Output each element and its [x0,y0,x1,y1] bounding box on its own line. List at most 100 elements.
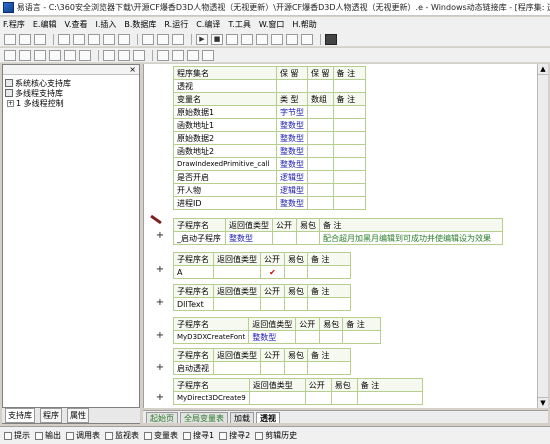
scroll-down-icon[interactable]: ▼ [538,397,548,408]
table-row[interactable]: MyD3DXCreateFont 整数型 [172,330,381,344]
tree-item-core-lib[interactable]: 系统核心支持库 [5,78,137,88]
sub-public[interactable] [295,330,321,344]
table-row[interactable]: 函数地址1 整数型 [173,118,367,132]
tab-search2[interactable]: 搜寻2 [219,430,250,441]
menu-tools[interactable]: T.工具 [228,19,250,30]
var-name[interactable]: DrawIndexedPrimitive_call [173,157,277,171]
center-h-icon[interactable] [187,49,199,61]
menu-view[interactable]: V.查看 [64,19,87,30]
center-v-icon[interactable] [202,49,214,61]
sub-note[interactable] [356,391,424,405]
menu-database[interactable]: B.数据库 [124,19,156,30]
align-center-icon[interactable] [19,49,31,61]
table-row[interactable]: DllText [173,297,351,311]
same-width-icon[interactable] [103,49,115,61]
menu-run[interactable]: R.运行 [164,19,188,30]
cut-icon[interactable] [58,33,70,45]
tab-output[interactable]: 输出 [35,430,61,441]
sub-return-type[interactable] [213,297,261,311]
var-name[interactable]: 是否开启 [173,170,277,184]
sub-return-type[interactable] [248,391,306,405]
sub-return-type[interactable]: 整数型 [248,330,297,344]
sub-note[interactable] [342,330,381,344]
run-icon[interactable]: ▶ [196,33,208,45]
v-spacing-icon[interactable] [172,49,184,61]
h-spacing-icon[interactable] [157,49,169,61]
align-right-icon[interactable] [34,49,46,61]
table-row[interactable]: 启动透视 [173,361,351,375]
vertical-scrollbar[interactable]: ▲ ▼ [537,64,548,408]
sub-note[interactable]: 配合超月加黑月编辑到可成功并使编辑设为效果 [319,231,503,245]
align-top-icon[interactable] [49,49,61,61]
tab-support-library[interactable]: 支持库 [5,408,35,423]
expand-icon[interactable]: + [155,264,165,275]
table-row[interactable]: _启动子程序 整数型 配合超月加黑月编辑到可成功并使编辑设为效果 [173,231,503,245]
tab-search1[interactable]: 搜寻1 [183,430,214,441]
sub-return-type[interactable] [213,265,261,279]
var-type[interactable]: 整数型 [276,118,308,132]
table-row[interactable]: 函数地址2 整数型 [173,144,367,158]
var-name[interactable]: 函数地址1 [173,118,277,132]
menu-window[interactable]: W.窗口 [259,19,285,30]
code-editor[interactable]: 程序集名 保 留 保 留 备 注 透视 变量名 类 型 数组 备 注 原始数据1… [167,64,537,408]
table-row[interactable]: 原始数据1 字节型 [173,105,367,119]
sub-note[interactable] [307,297,351,311]
menu-insert[interactable]: I.插入 [95,19,116,30]
assembly-name[interactable]: 透视 [173,79,277,93]
sub-name[interactable]: MyDirect3DCreate9 [173,391,250,405]
var-type[interactable]: 整数型 [276,196,308,210]
tab-clip-history[interactable]: 剪辑历史 [255,430,297,441]
save-icon[interactable] [34,33,46,45]
table-row[interactable]: A ✔ [173,265,351,279]
sub-name[interactable]: DllText [173,297,214,311]
copy-icon[interactable] [73,33,85,45]
scroll-up-icon[interactable]: ▲ [538,64,548,75]
sub-return-type[interactable]: 整数型 [225,231,273,245]
sub-note[interactable] [307,265,351,279]
sub-public-check-icon[interactable]: ✔ [260,265,285,279]
tree-item-thread-lib[interactable]: 多线程支持库 [5,88,137,98]
same-size-icon[interactable] [133,49,145,61]
var-type[interactable]: 逻辑型 [276,170,308,184]
align-bottom-icon[interactable] [79,49,91,61]
sub-note[interactable] [307,361,351,375]
undo-icon[interactable] [103,33,115,45]
tab-load[interactable]: 加载 [230,412,254,423]
sub-name[interactable]: A [173,265,214,279]
sub-name[interactable]: _启动子程序 [173,231,226,245]
expand-icon[interactable]: + [155,392,165,403]
stop-icon[interactable]: ■ [211,33,223,45]
table-row[interactable]: MyDirect3DCreate9 [173,391,424,405]
var-name[interactable]: 原始数据2 [173,131,277,145]
menu-compile[interactable]: C.编译 [196,19,220,30]
open-file-icon[interactable] [19,33,31,45]
close-icon[interactable]: × [129,65,136,75]
table-row[interactable]: 原始数据2 整数型 [173,131,367,145]
expand-icon[interactable]: + [155,230,165,241]
var-type[interactable]: 字节型 [276,105,308,119]
expand-icon[interactable]: + [155,362,165,373]
var-type[interactable]: 逻辑型 [276,183,308,197]
sub-return-type[interactable] [213,361,261,375]
sub-public[interactable] [272,231,297,245]
breakpoint-icon[interactable] [271,33,283,45]
var-name[interactable]: 函数地址2 [173,144,277,158]
new-file-icon[interactable] [4,33,16,45]
tab-program[interactable]: 程序 [40,408,62,423]
table-row[interactable]: 是否开启 逻辑型 [173,170,367,184]
tree-item-thread-control[interactable]: + 1 多线程控制 [5,98,137,108]
redo-icon[interactable] [118,33,130,45]
table-row[interactable]: 进程ID 整数型 [173,196,367,210]
menu-program[interactable]: F.程序 [3,19,25,30]
var-name[interactable]: 原始数据1 [173,105,277,119]
tab-start-page[interactable]: 起始页 [146,412,178,423]
var-type[interactable]: 整数型 [276,157,308,171]
sub-public[interactable] [304,391,332,405]
tab-hint[interactable]: 提示 [4,430,30,441]
step-into-icon[interactable] [241,33,253,45]
watch-icon[interactable] [286,33,298,45]
menu-edit[interactable]: E.编辑 [33,19,57,30]
tab-call-stack[interactable]: 调用表 [66,430,100,441]
var-name[interactable]: 开人物 [173,183,277,197]
tab-properties[interactable]: 属性 [67,408,89,423]
